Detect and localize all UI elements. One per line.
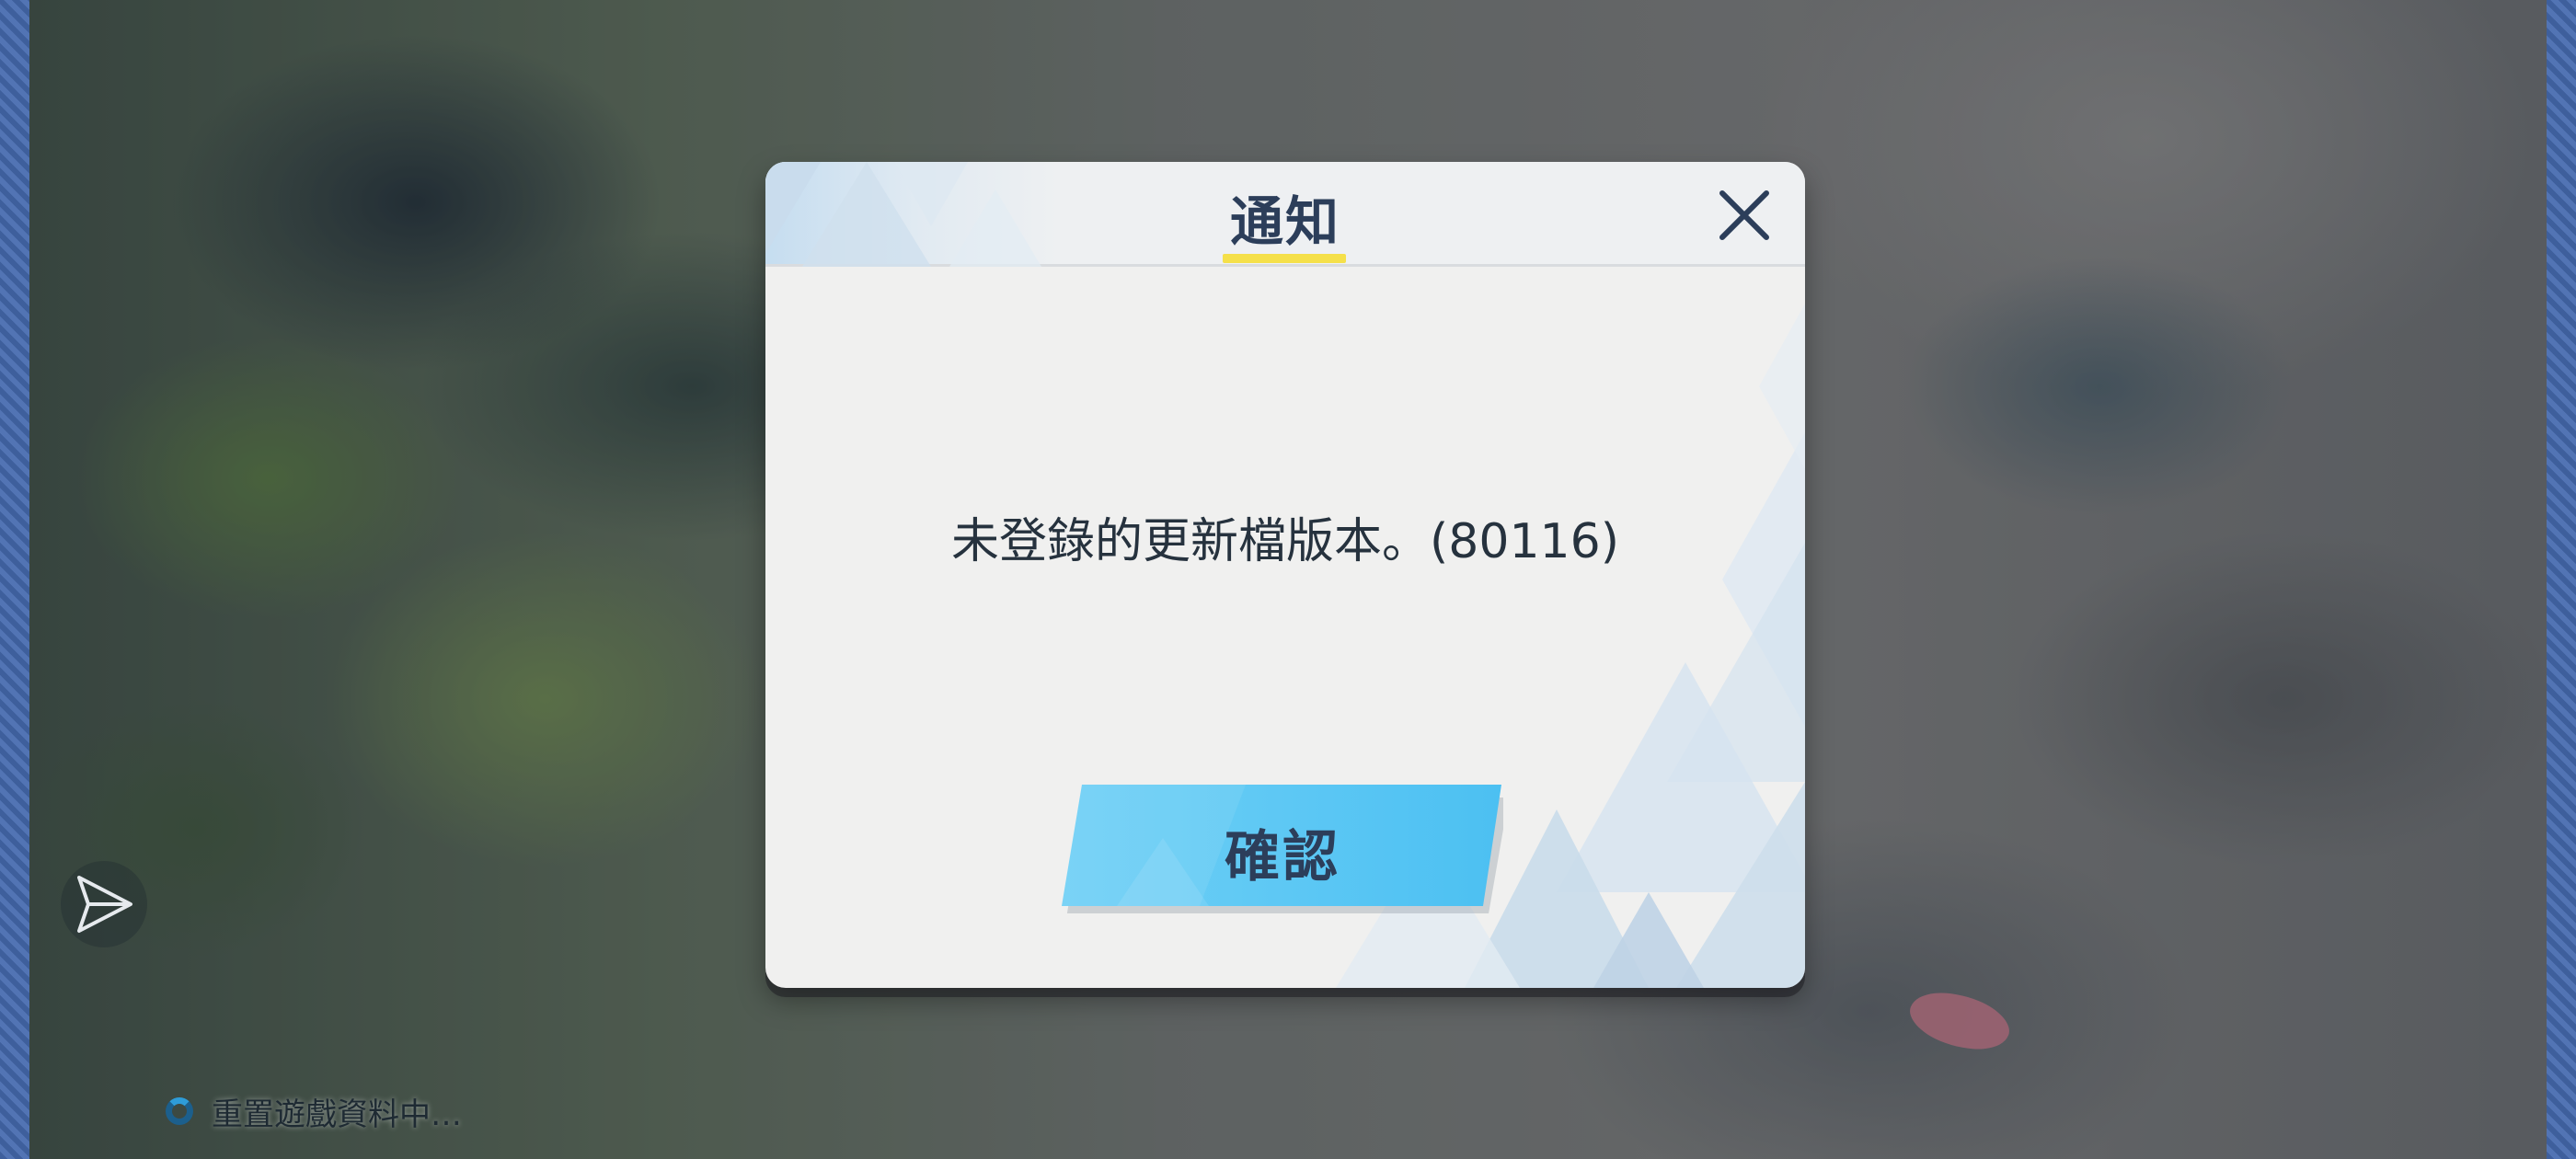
dialog-header: 通知	[765, 162, 1805, 267]
loading-status: 重置遊戲資料中…	[166, 1088, 462, 1134]
share-icon	[77, 876, 132, 933]
dialog-message: 未登錄的更新檔版本。(80116)	[951, 514, 1619, 569]
notice-dialog: 通知 未登錄的更新檔版本。(80116) 確認	[765, 162, 1805, 988]
close-button[interactable]	[1715, 186, 1774, 245]
share-button[interactable]	[61, 861, 147, 947]
left-border-bar	[0, 0, 29, 1159]
close-icon	[1719, 190, 1769, 240]
confirm-button-label: 確認	[1225, 825, 1340, 889]
confirm-button[interactable]: 確認	[1062, 783, 1503, 913]
loading-status-text: 重置遊戲資料中…	[212, 1096, 462, 1133]
game-screen: 重置遊戲資料中… 通知 未登錄的更新檔版本。(80116) 確認	[0, 0, 2576, 1159]
dialog-title: 通知	[1229, 190, 1340, 253]
right-border-bar	[2547, 0, 2576, 1159]
title-underline	[1223, 254, 1346, 263]
loading-spinner-icon	[166, 1097, 193, 1125]
